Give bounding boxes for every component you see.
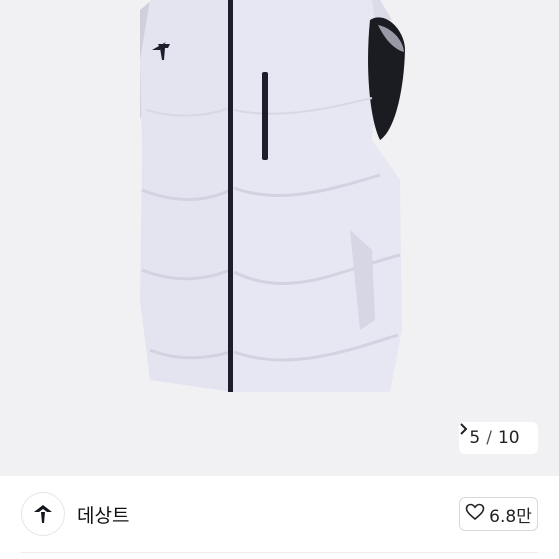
image-counter-separator: / [486,428,492,448]
like-button[interactable]: 6.8만 [459,497,538,531]
product-image [140,0,405,392]
brand-row[interactable]: 데상트 6.8만 [0,476,559,552]
like-count: 6.8만 [489,506,532,527]
heart-outline-icon [465,503,485,526]
image-counter-current: 5 [469,428,481,448]
product-image-gallery[interactable]: 5 / 10 [0,0,559,476]
image-counter[interactable]: 5 / 10 [459,422,538,454]
image-counter-total: 10 [497,428,520,448]
descente-logo-icon[interactable] [21,492,65,536]
divider [21,552,538,553]
brand-name[interactable]: 데상트 [77,501,129,528]
